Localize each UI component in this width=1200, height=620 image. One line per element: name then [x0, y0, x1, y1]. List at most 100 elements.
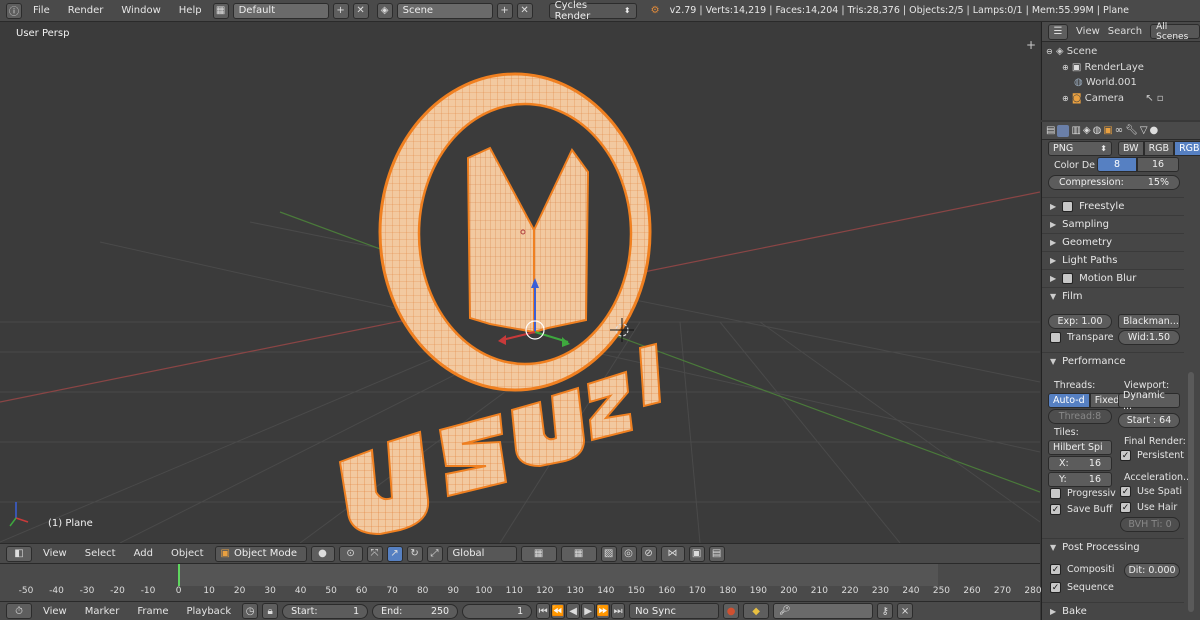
sequencer-toggle[interactable]: ✓ Sequence: [1050, 582, 1114, 593]
menu-object[interactable]: Object: [164, 548, 211, 559]
menu-window[interactable]: Window: [114, 5, 167, 16]
outliner-item-scene[interactable]: ⊖ ◈ Scene: [1046, 44, 1200, 60]
film-exposure-field[interactable]: Exp: 1.00: [1048, 314, 1112, 329]
menu-file[interactable]: File: [26, 5, 57, 16]
sequencer-checkbox[interactable]: ✓: [1050, 582, 1061, 593]
add-scene-icon[interactable]: +: [496, 2, 513, 19]
render-tab-icon[interactable]: [1057, 124, 1070, 137]
play-icon[interactable]: ▶: [581, 603, 596, 619]
properties-scrollbar[interactable]: [1188, 372, 1194, 612]
color-mode-rgb[interactable]: RGB: [1143, 141, 1175, 156]
persistent-checkbox[interactable]: ✓: [1120, 450, 1131, 461]
film-width-field[interactable]: Wid:1.50: [1118, 330, 1180, 345]
preview-range-icon[interactable]: ◷: [242, 603, 259, 619]
render-visibility-icon[interactable]: ▫: [1157, 93, 1164, 104]
color-mode-bw[interactable]: BW: [1118, 141, 1144, 156]
menu-render[interactable]: Render: [61, 5, 111, 16]
tile-x-field[interactable]: X: 16: [1048, 456, 1112, 471]
object-tab-icon[interactable]: ▣: [1103, 125, 1112, 136]
remove-scene-icon[interactable]: ✕: [516, 2, 533, 19]
lock-time-icon[interactable]: 🔒︎: [262, 603, 279, 619]
use-spatial-toggle[interactable]: ✓ Use Spati: [1120, 486, 1182, 497]
menu-select[interactable]: Select: [78, 548, 123, 559]
scene-field[interactable]: Scene: [396, 2, 493, 19]
progressive-checkbox[interactable]: [1050, 488, 1061, 499]
outliner-item-renderlayers[interactable]: ⊕ ▣ RenderLaye: [1046, 60, 1200, 76]
outliner-menu-view[interactable]: View: [1076, 26, 1100, 37]
timeline-menu-view[interactable]: View: [36, 606, 74, 617]
tile-y-field[interactable]: Y: 16: [1048, 472, 1112, 487]
panel-performance[interactable]: ▼ Performance: [1042, 352, 1184, 369]
viewport-bvh-select[interactable]: Dynamic ...: [1118, 390, 1180, 412]
transparent-checkbox[interactable]: [1050, 332, 1061, 343]
panel-geometry[interactable]: ▶ Geometry: [1042, 233, 1184, 250]
motion-blur-checkbox[interactable]: [1062, 272, 1074, 284]
dither-field[interactable]: Dit: 0.000: [1124, 563, 1180, 578]
interaction-mode-select[interactable]: ▣ Object Mode: [214, 545, 307, 562]
outliner-filter[interactable]: All Scenes: [1150, 22, 1200, 42]
restrict-select-icon[interactable]: ↖: [1145, 93, 1153, 104]
timeline-ruler[interactable]: -50 -40 -30 -20 -10 0 10 20 30 40 50 60 70 80 90 100 110…: [0, 563, 1042, 601]
scale-manipulator-icon[interactable]: ⤢: [426, 545, 443, 562]
add-layout-icon[interactable]: +: [332, 2, 349, 19]
threads-auto-button[interactable]: Auto-d: [1048, 393, 1090, 408]
info-editor-icon[interactable]: ⓘ: [6, 2, 22, 19]
start-resolution-field[interactable]: Start : 64: [1118, 413, 1180, 428]
panel-sampling[interactable]: ▶ Sampling: [1042, 215, 1184, 232]
keying-set-field[interactable]: 🔑︎: [773, 603, 874, 619]
scene-icon[interactable]: ◈: [376, 2, 393, 19]
end-frame-field[interactable]: End: 250: [372, 603, 459, 619]
tile-order-select[interactable]: Hilbert Spi: [1048, 440, 1112, 455]
color-depth-8[interactable]: 8: [1097, 157, 1137, 172]
panel-post-processing[interactable]: ▼ Post Processing: [1042, 538, 1184, 555]
persistent-images-toggle[interactable]: ✓ Persistent: [1120, 450, 1184, 461]
menu-view[interactable]: View: [36, 548, 74, 559]
play-reverse-icon[interactable]: ◀: [566, 603, 581, 619]
opengl-render-icon[interactable]: ▣: [688, 545, 705, 562]
save-buffers-checkbox[interactable]: ✓: [1050, 504, 1061, 515]
screen-layout-field[interactable]: Default: [232, 2, 329, 19]
outliner-item-camera[interactable]: ⊕ ◙ Camera ↖ ▫: [1046, 91, 1200, 107]
panel-freestyle[interactable]: ▶ Freestyle: [1042, 197, 1184, 214]
viewport-shading-icon[interactable]: ●: [310, 545, 335, 562]
proportional-edit-icon[interactable]: ◎: [620, 545, 637, 562]
scene-layers-icon[interactable]: ▦: [520, 545, 557, 562]
start-frame-field[interactable]: Start: 1: [282, 603, 369, 619]
panel-light-paths[interactable]: ▶ Light Paths: [1042, 251, 1184, 268]
panel-film[interactable]: ▼ Film: [1042, 287, 1184, 304]
color-depth-16[interactable]: 16: [1137, 157, 1179, 172]
keying-mode-icon[interactable]: ◆: [743, 603, 770, 619]
outliner-item-world[interactable]: ◍ World.001: [1046, 75, 1200, 91]
jump-start-icon[interactable]: ⏮: [536, 603, 551, 619]
sync-mode-select[interactable]: No Sync: [629, 603, 720, 619]
remove-layout-icon[interactable]: ✕: [352, 2, 369, 19]
record-keyframe-icon[interactable]: ●: [723, 603, 740, 619]
editor-type-icon[interactable]: ◧: [6, 545, 32, 562]
rotate-manipulator-icon[interactable]: ↻: [406, 545, 423, 562]
snap-toggle-icon[interactable]: ⊘: [640, 545, 657, 562]
data-tab-icon[interactable]: ▽: [1140, 125, 1148, 136]
current-frame-field[interactable]: 1: [462, 603, 533, 619]
screen-layout-icon[interactable]: ▦: [212, 2, 229, 19]
translate-manipulator-icon[interactable]: ↗: [386, 545, 403, 562]
prev-keyframe-icon[interactable]: ⏪: [551, 603, 566, 619]
render-engine-select[interactable]: Cycles Render ⬍: [548, 0, 637, 22]
snap-element-icon[interactable]: ⋈: [660, 545, 685, 562]
format-select[interactable]: PNG ⬍: [1048, 141, 1112, 156]
outliner-menu-search[interactable]: Search: [1108, 26, 1142, 37]
material-tab-icon[interactable]: ●: [1150, 125, 1159, 136]
constraints-tab-icon[interactable]: ∞: [1115, 125, 1123, 136]
scene-tab-icon[interactable]: ◈: [1083, 125, 1091, 136]
viewport-expand-icon[interactable]: +: [1026, 38, 1036, 52]
render-layers-tab-icon[interactable]: ▥: [1071, 125, 1080, 136]
insert-keyframe-icon[interactable]: ⚷: [877, 603, 894, 619]
lock-layers-icon[interactable]: ▨: [600, 545, 617, 562]
properties-editor-icon[interactable]: ▤: [1046, 125, 1055, 136]
film-filter-select[interactable]: Blackman...: [1118, 314, 1180, 329]
compression-slider[interactable]: Compression: 15%: [1048, 175, 1180, 190]
timeline-menu-playback[interactable]: Playback: [179, 606, 238, 617]
object-layers-icon[interactable]: ▦: [560, 545, 597, 562]
freestyle-checkbox[interactable]: [1062, 200, 1074, 212]
use-hair-checkbox[interactable]: ✓: [1120, 502, 1131, 513]
panel-motion-blur[interactable]: ▶ Motion Blur: [1042, 269, 1184, 286]
